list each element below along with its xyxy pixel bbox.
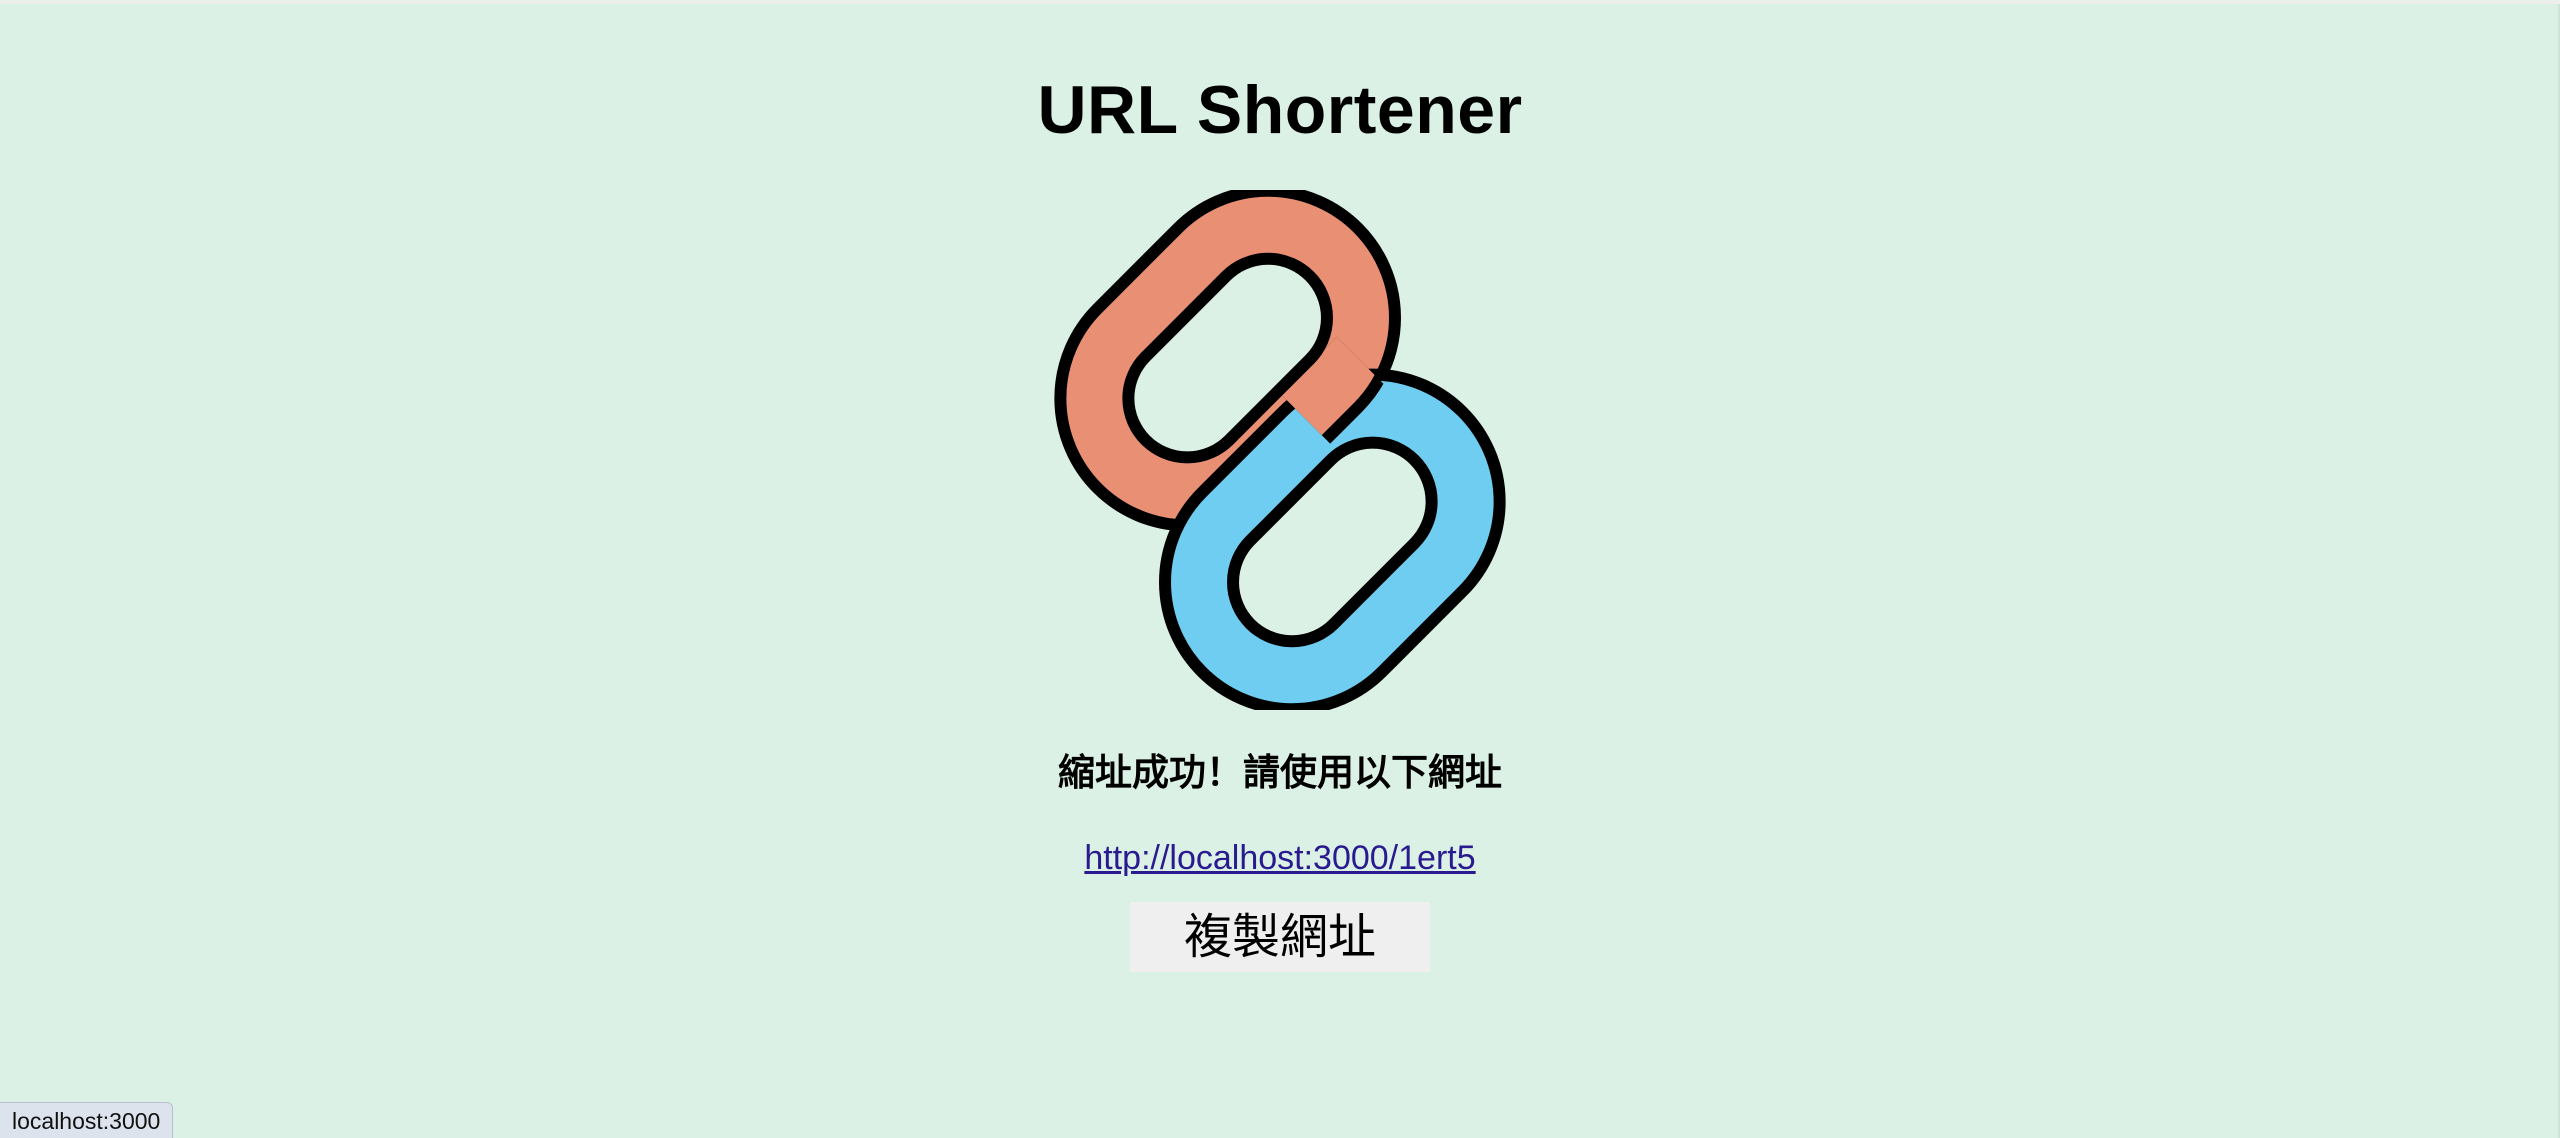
- copy-url-button[interactable]: 複製網址: [1130, 902, 1430, 972]
- window-top-border: [0, 0, 2560, 4]
- success-message: 縮址成功！請使用以下網址: [1058, 751, 1502, 794]
- status-bar-url: localhost:3000: [0, 1102, 174, 1138]
- short-url-link[interactable]: http://localhost:3000/1ert5: [1084, 839, 1475, 877]
- page-title: URL Shortener: [1037, 72, 1523, 148]
- chain-link-icon: [1054, 190, 1506, 710]
- short-url-container: http://localhost:3000/1ert5: [0, 832, 2560, 884]
